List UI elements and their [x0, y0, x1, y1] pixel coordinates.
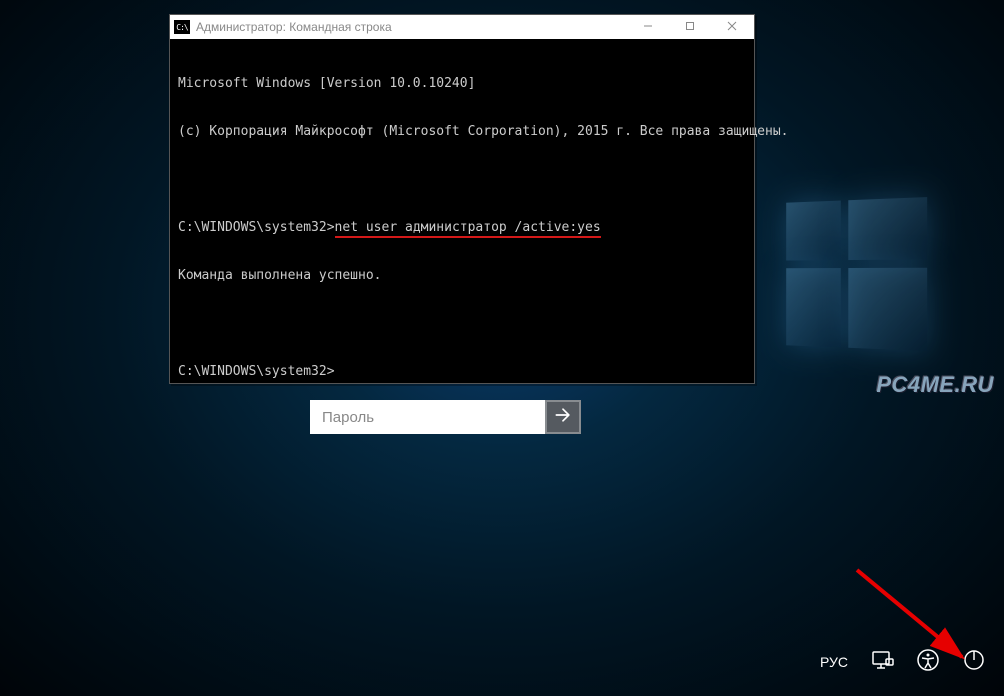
power-icon [962, 657, 986, 676]
close-icon [727, 18, 737, 36]
windows-logo-background [786, 197, 927, 351]
cmd-titlebar[interactable]: C:\ Администратор: Командная строка [170, 15, 754, 39]
command-prompt-window: C:\ Администратор: Командная строка Micr… [169, 14, 755, 384]
close-button[interactable] [714, 16, 750, 38]
minimize-button[interactable] [630, 16, 666, 38]
login-screen-corner: РУС [820, 648, 986, 676]
maximize-icon [685, 18, 695, 36]
cmd-output-line: Microsoft Windows [Version 10.0.10240] [178, 76, 746, 92]
watermark: PC4ME.RU [876, 372, 994, 398]
ease-of-access-button[interactable] [916, 648, 940, 676]
monitor-icon [870, 657, 894, 676]
cmd-body[interactable]: Microsoft Windows [Version 10.0.10240] (… [170, 39, 754, 416]
network-button[interactable] [870, 648, 894, 676]
cmd-entered-command: net user администратор /active:yes [335, 220, 601, 238]
cmd-prompt-line: C:\WINDOWS\system32> [178, 364, 746, 380]
cmd-output-line: (c) Корпорация Майкрософт (Microsoft Cor… [178, 124, 746, 140]
maximize-button[interactable] [672, 16, 708, 38]
language-indicator[interactable]: РУС [820, 654, 848, 670]
cmd-app-icon: C:\ [174, 20, 190, 34]
accessibility-icon [916, 657, 940, 676]
cmd-output-line: Команда выполнена успешно. [178, 268, 746, 284]
cmd-prompt-line: C:\WINDOWS\system32>net user администрат… [178, 220, 746, 236]
cmd-window-title: Администратор: Командная строка [196, 20, 624, 34]
minimize-icon [643, 18, 653, 36]
power-button[interactable] [962, 648, 986, 676]
